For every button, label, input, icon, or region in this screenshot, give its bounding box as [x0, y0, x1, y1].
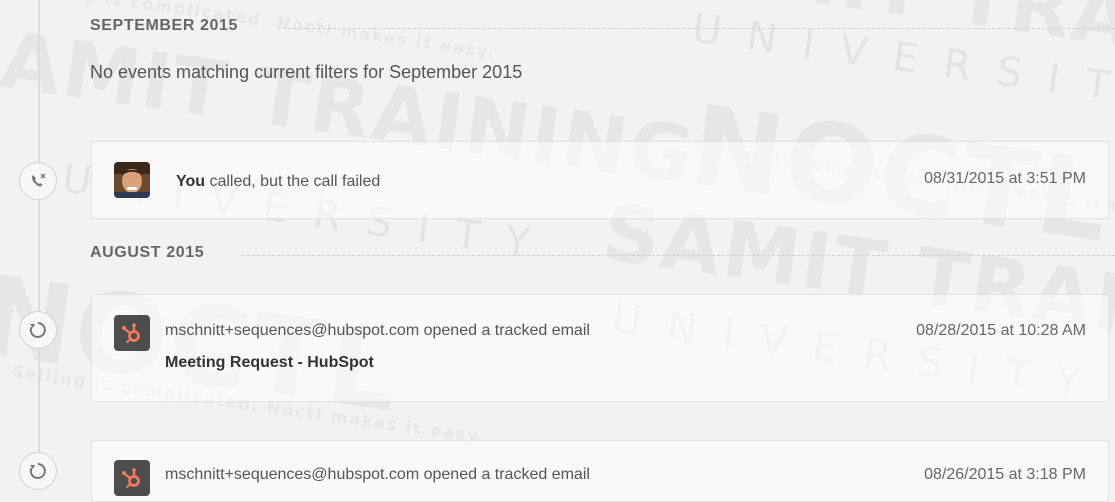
- event-card-email-opened[interactable]: mschnitt+sequences@hubspot.com opened a …: [91, 440, 1109, 502]
- hubspot-logo-icon: [114, 315, 150, 351]
- heading-divider: [278, 28, 1115, 29]
- heading-divider: [242, 255, 1115, 256]
- month-heading-august: AUGUST 2015: [90, 244, 1115, 264]
- event-timestamp: 08/31/2015 at 3:51 PM: [924, 170, 1086, 187]
- hubspot-logo-icon: [114, 460, 150, 496]
- event-card-email-opened[interactable]: mschnitt+sequences@hubspot.com opened a …: [91, 294, 1109, 402]
- email-opened-icon: [19, 452, 57, 490]
- event-action: called, but the call failed: [205, 173, 381, 190]
- timeline-line: [38, 0, 40, 484]
- call-failed-icon: [19, 162, 57, 200]
- event-description: You called, but the call failed: [176, 173, 380, 191]
- event-timestamp: 08/26/2015 at 3:18 PM: [924, 466, 1086, 483]
- event-description: mschnitt+sequences@hubspot.com opened a …: [165, 466, 590, 483]
- month-heading-label: SEPTEMBER 2015: [90, 17, 239, 34]
- event-card-call[interactable]: You called, but the call failed 08/31/20…: [91, 141, 1109, 219]
- event-description: mschnitt+sequences@hubspot.com opened a …: [165, 322, 590, 339]
- event-actor[interactable]: You: [176, 173, 205, 190]
- avatar: [114, 162, 150, 198]
- month-heading-september: SEPTEMBER 2015: [90, 17, 1115, 37]
- event-timestamp: 08/28/2015 at 10:28 AM: [916, 322, 1086, 339]
- month-heading-label: AUGUST 2015: [90, 244, 205, 261]
- empty-state-message: No events matching current filters for S…: [90, 62, 523, 82]
- watermark-brand-text: SAMIT TRAINING: [637, 0, 1115, 103]
- email-subject-link[interactable]: Meeting Request - HubSpot: [165, 354, 374, 372]
- email-opened-icon: [19, 311, 57, 349]
